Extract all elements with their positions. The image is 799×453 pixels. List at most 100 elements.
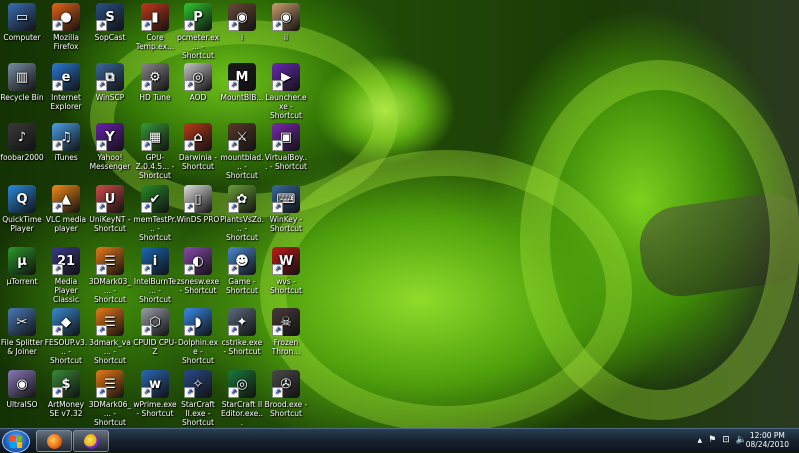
desktop-icon[interactable]: w ↗ wPrime.exe - Shortcut: [133, 370, 177, 418]
desktop-icon[interactable]: ☠ ↗ Frozen Thron...: [264, 308, 308, 356]
desktop-icon-label: GPU-Z.0.4.5... - Shortcut: [135, 153, 175, 180]
taskbar-yahoo-messenger-button[interactable]: [73, 430, 109, 452]
desktop-icon[interactable]: µ µTorrent: [0, 247, 44, 286]
desktop-icon-label: Recycle Bin: [0, 93, 44, 102]
desktop-icon[interactable]: ♪ foobar2000: [0, 123, 44, 162]
desktop-icon-label: StarCraft II.exe - Shortcut: [181, 400, 215, 427]
shortcut-arrow-icon: ↗: [52, 325, 63, 336]
desktop-icon[interactable]: ☰ ↗ 3DMark06_... - Shortcut: [88, 370, 132, 427]
desktop-icon[interactable]: ◆ ↗ FESOUP.v3... - Shortcut: [44, 308, 88, 365]
desktop-icon[interactable]: ● ↗ Mozilla Firefox: [44, 3, 88, 51]
desktop-icon[interactable]: ◉ ↗ ii: [264, 3, 308, 42]
desktop-icon[interactable]: ✦ ↗ cstrike.exe - Shortcut: [220, 308, 264, 356]
desktop-icon[interactable]: ⚔ ↗ mountblad... - Shortcut: [220, 123, 264, 180]
desktop-icon[interactable]: ▲ ↗ VLC media player: [44, 185, 88, 233]
desktop-icon[interactable]: ⌂ ↗ Darwinia - Shortcut: [176, 123, 220, 171]
shortcut-arrow-icon: ↗: [96, 264, 107, 275]
desktop-icon-label: µTorrent: [6, 277, 38, 286]
shortcut-arrow-icon: ↗: [52, 202, 63, 213]
desktop-icon-label: Media Player Classic: [53, 277, 79, 304]
network-icon[interactable]: ⊡: [722, 435, 730, 445]
shortcut-arrow-icon: ↗: [184, 387, 195, 398]
shortcut-arrow-icon: ↗: [96, 140, 107, 151]
quicktime-icon: Q: [8, 185, 36, 213]
desktop-icon[interactable]: S ↗ SopCast: [88, 3, 132, 42]
desktop-icon[interactable]: ▦ ↗ GPU-Z.0.4.5... - Shortcut: [133, 123, 177, 180]
desktop-icon[interactable]: ✇ ↗ Brood.exe - Shortcut: [264, 370, 308, 418]
desktop-icon[interactable]: i ↗ IntelBurnTe... - Shortcut: [133, 247, 177, 304]
desktop-icon[interactable]: ⚙ ↗ HD Tune: [133, 63, 177, 102]
desktop-icon[interactable]: ▭ Computer: [0, 3, 44, 42]
desktop-icon[interactable]: ✂ File Splitter & Joiner: [0, 308, 44, 356]
desktop-icon[interactable]: Y ↗ Yahoo! Messenger: [88, 123, 132, 171]
shortcut-arrow-icon: ↗: [272, 325, 283, 336]
desktop-icon[interactable]: M ↗ MountBlB...: [220, 63, 264, 102]
utorrent-icon: µ: [8, 247, 36, 275]
desktop-icon[interactable]: ◎ ↗ AOD: [176, 63, 220, 102]
desktop-icon-label: Frozen Thron...: [271, 338, 301, 356]
shortcut-arrow-icon: ↗: [141, 20, 152, 31]
desktop-icon-label: Brood.exe - Shortcut: [264, 400, 308, 418]
desktop-icon[interactable]: ☻ ↗ Game - Shortcut: [220, 247, 264, 295]
windows-start-icon: [10, 435, 22, 448]
desktop-icon-label: wPrime.exe - Shortcut: [133, 400, 177, 418]
desktop-icon[interactable]: ⌨ ↗ WinKey - Shortcut: [264, 185, 308, 233]
desktop-icon-label: CPUID CPU-Z: [133, 338, 177, 356]
desktop-icon[interactable]: ♫ ↗ iTunes: [44, 123, 88, 162]
shortcut-arrow-icon: ↗: [141, 264, 152, 275]
desktop-icon[interactable]: ▥ Recycle Bin: [0, 63, 44, 102]
shortcut-arrow-icon: ↗: [228, 20, 239, 31]
show-hidden-icons-chevron-icon[interactable]: ▲: [698, 437, 703, 444]
desktop-icon[interactable]: P ↗ pcmeter.ex... - Shortcut: [176, 3, 220, 60]
desktop-icon[interactable]: ✿ ↗ PlantsVsZo... - Shortcut: [220, 185, 264, 242]
desktop-icon[interactable]: ✧ ↗ StarCraft II.exe - Shortcut: [176, 370, 220, 427]
system-tray: ▲ ⚑ ⊡ 🔈: [698, 433, 747, 447]
desktop-icon[interactable]: ◗ ↗ Dolphin.exe - Shortcut: [176, 308, 220, 365]
desktop-icon[interactable]: Q QuickTime Player: [0, 185, 44, 233]
shortcut-arrow-icon: ↗: [184, 202, 195, 213]
desktop-icon[interactable]: ◎ ↗ StarCraft II Editor.exe...: [220, 370, 264, 427]
desktop-icon[interactable]: ▶ ↗ Launcher.exe - Shortcut: [264, 63, 308, 120]
desktop-icon-label: IntelBurnTe... - Shortcut: [133, 277, 177, 304]
desktop-icon-label: Computer: [3, 33, 41, 42]
desktop-icon[interactable]: ◉ ↗ i: [220, 3, 264, 42]
action-center-flag-icon[interactable]: ⚑: [708, 435, 716, 445]
desktop-icon[interactable]: ▣ ↗ VirtualBoy... - Shortcut: [264, 123, 308, 171]
desktop-icon[interactable]: ▮ ↗ Core Temp.ex...: [133, 3, 177, 51]
desktop-icon[interactable]: W ↗ wvs - Shortcut: [264, 247, 308, 295]
desktop-icon[interactable]: ▯ ↗ WinDS PRO: [176, 185, 220, 224]
shortcut-arrow-icon: ↗: [272, 387, 283, 398]
shortcut-arrow-icon: ↗: [228, 325, 239, 336]
shortcut-arrow-icon: ↗: [184, 140, 195, 151]
desktop-icon-label: Mozilla Firefox: [53, 33, 79, 51]
desktop-icon[interactable]: ☰ ↗ 3dmark_va... - Shortcut: [88, 308, 132, 365]
core-temp-icon: ▮ ↗: [141, 3, 169, 31]
desktop-icon[interactable]: ✔ ↗ memTestPr... - Shortcut: [133, 185, 177, 242]
desktop-icon[interactable]: $ ↗ ArtMoney SE v7.32: [44, 370, 88, 418]
desktop-icon[interactable]: ⬡ ↗ CPUID CPU-Z: [133, 308, 177, 356]
mount-blade-icon: ⚔ ↗: [228, 123, 256, 151]
desktop-icon-label: 3dmark_va... - Shortcut: [89, 338, 131, 365]
foobar2000-icon: ♪: [8, 123, 36, 151]
shortcut-arrow-icon: ↗: [228, 140, 239, 151]
desktop-icon[interactable]: ☰ ↗ 3DMark03_... - Shortcut: [88, 247, 132, 304]
hd-tune-icon: ⚙ ↗: [141, 63, 169, 91]
desktop-icon[interactable]: ◉ UltraISO: [0, 370, 44, 409]
shortcut-arrow-icon: ↗: [184, 20, 195, 31]
clock[interactable]: 12:00 PM 08/24/2010: [746, 431, 789, 449]
ultraiso-icon: ◉: [8, 370, 36, 398]
recycle-bin-icon: ▥: [8, 63, 36, 91]
shortcut-arrow-icon: ↗: [52, 80, 63, 91]
taskbar-firefox-button[interactable]: [36, 430, 72, 452]
firefox-icon: [46, 433, 62, 449]
shortcut-arrow-icon: ↗: [228, 80, 239, 91]
desktop-icon-label: VirtualBoy... - Shortcut: [264, 153, 308, 171]
start-button[interactable]: [2, 430, 30, 453]
desktop-icon[interactable]: ◐ ↗ zsnesw.exe - Shortcut: [176, 247, 220, 295]
sopcast-icon: S ↗: [96, 3, 124, 31]
desktop-icon-label: iTunes: [54, 153, 78, 162]
desktop-icon[interactable]: 21 ↗ Media Player Classic: [44, 247, 88, 304]
desktop-icon[interactable]: U ↗ UniKeyNT - Shortcut: [88, 185, 132, 233]
desktop-icon[interactable]: ⧉ ↗ WinSCP: [88, 63, 132, 102]
desktop-icon[interactable]: e ↗ Internet Explorer: [44, 63, 88, 111]
